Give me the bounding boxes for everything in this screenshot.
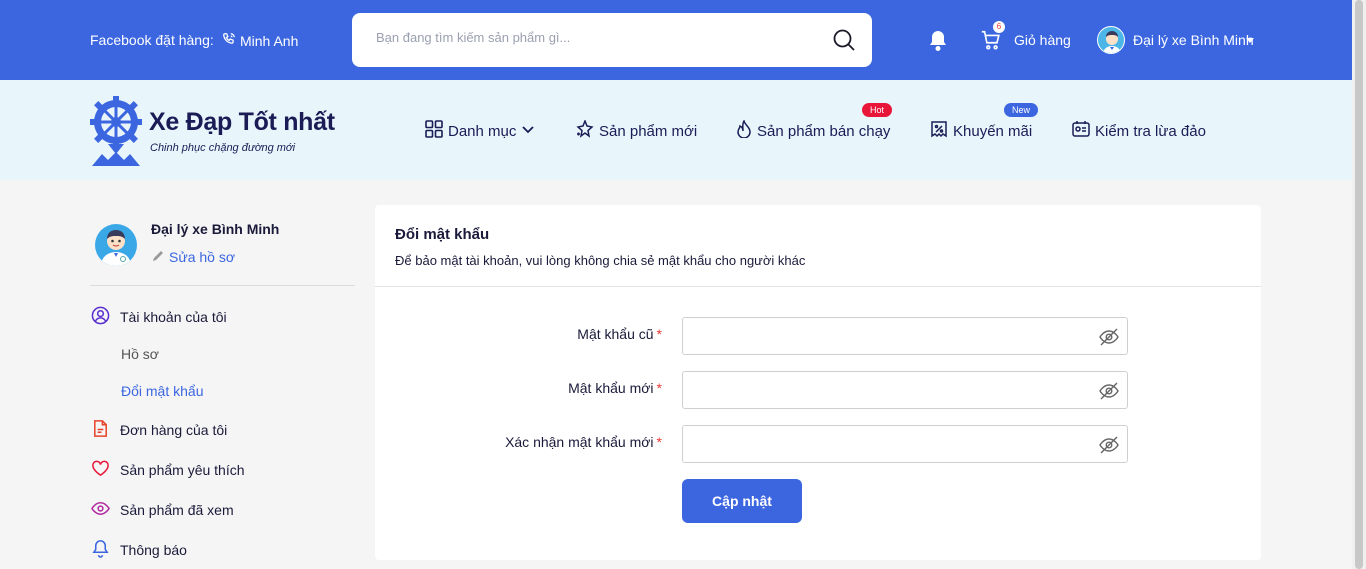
sidebar-item-label: Tài khoản của tôi xyxy=(120,309,227,325)
hot-badge: Hot xyxy=(862,103,893,117)
eye-slash-icon[interactable] xyxy=(1099,327,1119,352)
discount-icon xyxy=(930,120,948,142)
heart-icon xyxy=(91,459,110,481)
flame-icon xyxy=(736,119,752,142)
brand-title[interactable]: Xe Đạp Tốt nhất xyxy=(149,108,335,137)
bell-icon xyxy=(91,539,110,561)
sidebar-item-label: Sản phẩm yêu thích xyxy=(120,462,245,478)
bicycle-gear-logo-icon[interactable] xyxy=(90,96,142,173)
nav-best-sellers-label: Sản phẩm bán chạy xyxy=(757,122,891,140)
nav-categories-label: Danh mục xyxy=(448,122,517,140)
page-title: Đổi mật khẩu xyxy=(395,226,490,243)
eye-icon xyxy=(91,499,110,521)
old-password-label-text: Mật khẩu cũ xyxy=(577,326,654,342)
new-password-input[interactable] xyxy=(693,381,1093,397)
edit-profile-link[interactable]: Sửa hồ sơ xyxy=(152,249,235,265)
user-avatar[interactable] xyxy=(1097,26,1125,54)
phone-contact-link[interactable]: Minh Anh xyxy=(222,32,298,49)
cart-icon[interactable] xyxy=(980,29,1002,56)
document-icon xyxy=(91,419,110,441)
nav-categories[interactable]: Danh mục xyxy=(425,120,535,142)
confirm-password-input[interactable] xyxy=(693,435,1093,451)
sidebar-divider xyxy=(90,285,355,286)
confirm-password-label: Xác nhận mật khẩu mới * xyxy=(505,434,662,450)
required-marker: * xyxy=(656,326,662,342)
sidebar-user-name: Đại lý xe Bình Minh xyxy=(151,221,280,237)
chevron-down-icon xyxy=(521,122,535,140)
new-password-label: Mật khẩu mới * xyxy=(568,380,662,396)
required-marker: * xyxy=(656,434,662,450)
phone-contact-name: Minh Anh xyxy=(240,32,299,49)
confirm-password-label-text: Xác nhận mật khẩu mới xyxy=(505,434,654,450)
search-icon[interactable] xyxy=(832,28,856,57)
new-badge: New xyxy=(1004,103,1039,117)
nav-fraud-check-label: Kiểm tra lừa đảo xyxy=(1095,122,1206,140)
required-marker: * xyxy=(656,380,662,396)
sidebar-item-profile[interactable]: Hồ sơ xyxy=(121,346,159,362)
facebook-order-label: Facebook đặt hàng: xyxy=(90,32,214,48)
sparkle-icon xyxy=(576,118,594,142)
update-button[interactable]: Cập nhật xyxy=(682,479,802,523)
new-password-field xyxy=(682,371,1128,409)
page-description: Để bảo mật tài khoản, vui lòng không chi… xyxy=(395,253,806,268)
grid-icon xyxy=(425,120,443,142)
nav-promotions-label: Khuyến mãi xyxy=(953,122,1033,140)
sidebar-item-label: Thông báo xyxy=(120,542,187,558)
eye-slash-icon[interactable] xyxy=(1099,435,1119,460)
old-password-label: Mật khẩu cũ * xyxy=(577,326,662,342)
sidebar-item-my-orders[interactable]: Đơn hàng của tôi xyxy=(91,419,227,441)
sidebar-item-favorites[interactable]: Sản phẩm yêu thích xyxy=(91,459,245,481)
confirm-password-field xyxy=(682,425,1128,463)
cart-count-badge: 6 xyxy=(993,21,1005,33)
edit-profile-label: Sửa hồ sơ xyxy=(169,249,236,265)
search-input[interactable] xyxy=(376,30,816,45)
user-menu-name[interactable]: Đại lý xe Bình Minh xyxy=(1133,32,1254,48)
sidebar-item-change-password[interactable]: Đổi mật khẩu xyxy=(121,383,203,399)
new-password-label-text: Mật khẩu mới xyxy=(568,380,654,396)
old-password-field xyxy=(682,317,1128,355)
nav-new-products[interactable]: Sản phẩm mới xyxy=(576,118,698,142)
sidebar-item-label: Sản phẩm đã xem xyxy=(120,502,234,518)
notification-bell-icon[interactable] xyxy=(928,30,948,57)
sidebar-user-avatar xyxy=(95,224,137,266)
nav-promotions[interactable]: Khuyến mãi xyxy=(930,120,1032,142)
eye-slash-icon[interactable] xyxy=(1099,381,1119,406)
phone-icon xyxy=(222,32,236,49)
old-password-input[interactable] xyxy=(693,327,1093,343)
nav-new-products-label: Sản phẩm mới xyxy=(599,122,698,140)
id-card-icon xyxy=(1072,120,1090,142)
search-box xyxy=(352,13,872,67)
brand-slogan: Chinh phục chặng đường mới xyxy=(150,142,296,154)
sidebar-item-my-account[interactable]: Tài khoản của tôi xyxy=(91,306,227,328)
card-divider xyxy=(375,286,1261,287)
sidebar-item-label: Đơn hàng của tôi xyxy=(120,422,228,438)
nav-best-sellers[interactable]: Sản phẩm bán chạy xyxy=(736,119,891,142)
scrollbar-thumb[interactable] xyxy=(1355,0,1363,569)
user-circle-icon xyxy=(91,306,110,328)
pencil-icon xyxy=(152,249,165,265)
sidebar-item-viewed[interactable]: Sản phẩm đã xem xyxy=(91,499,234,521)
nav-fraud-check[interactable]: Kiểm tra lừa đảo xyxy=(1072,120,1206,142)
sidebar-item-notifications[interactable]: Thông báo xyxy=(91,539,187,561)
caret-down-icon[interactable] xyxy=(1246,38,1254,43)
cart-link[interactable]: Giỏ hàng xyxy=(1014,32,1071,48)
